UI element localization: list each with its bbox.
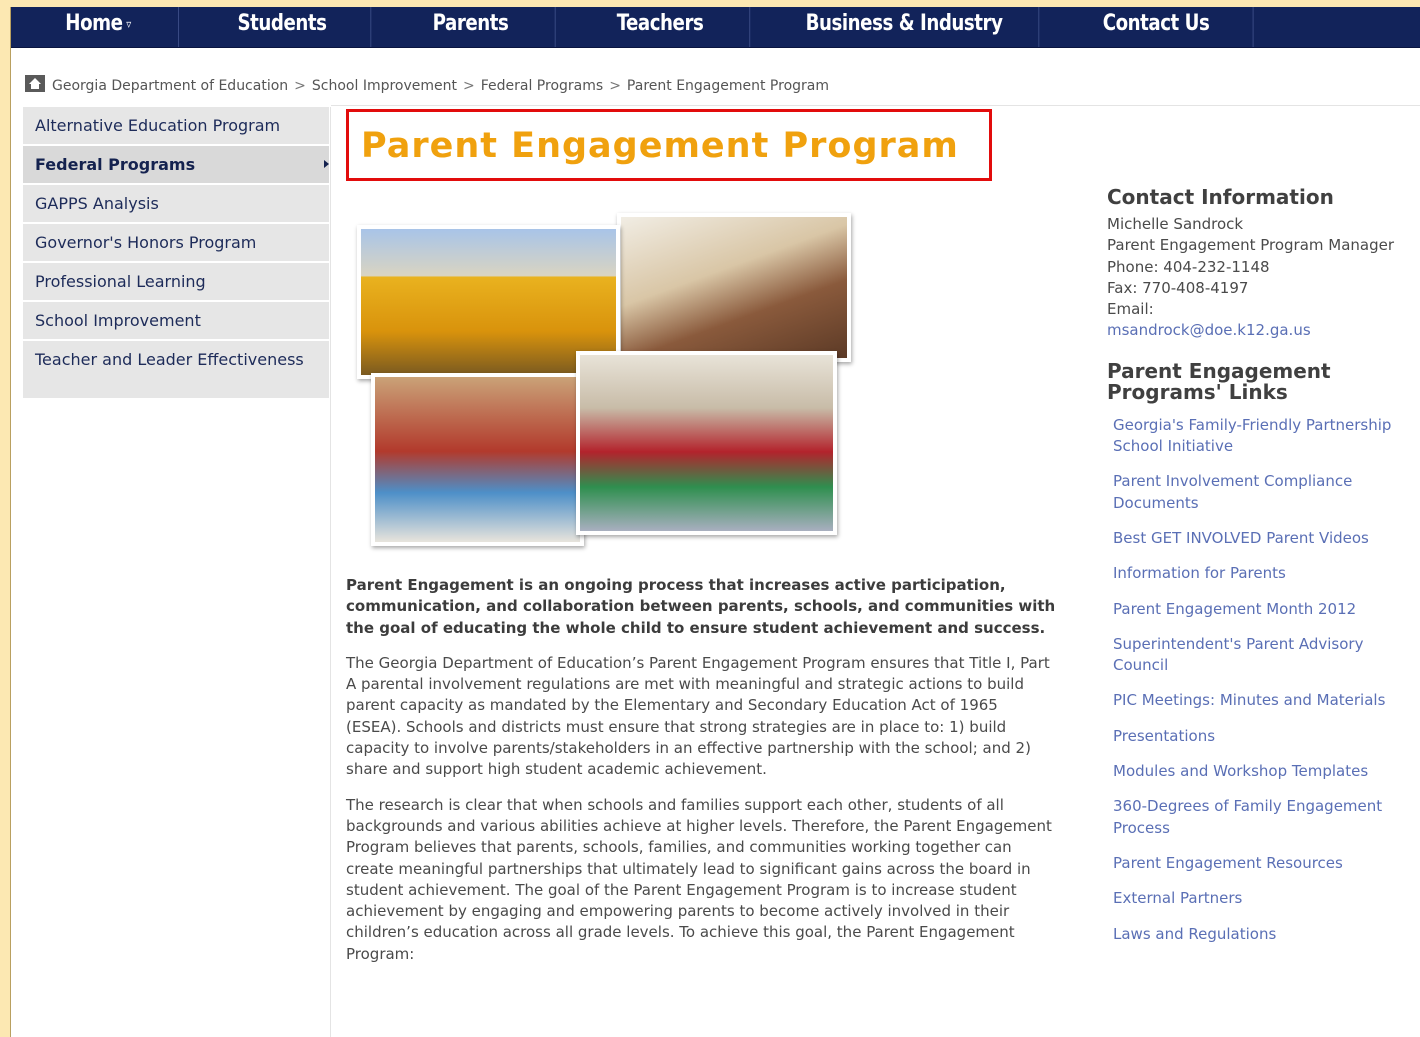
nav-home-label: Home bbox=[65, 11, 123, 36]
body-paragraph: The research is clear that when schools … bbox=[346, 795, 1052, 963]
sidebar-item-professional-learning[interactable]: Professional Learning bbox=[23, 263, 329, 300]
link-compliance-documents[interactable]: Parent Involvement Compliance Documents bbox=[1113, 471, 1412, 514]
breadcrumb-current: Parent Engagement Program bbox=[626, 78, 830, 94]
home-icon[interactable] bbox=[25, 75, 45, 92]
breadcrumb-separator: > bbox=[609, 78, 621, 94]
contact-heading: Contact Information bbox=[1107, 185, 1334, 209]
page-title: Parent Engagement Program bbox=[361, 126, 959, 166]
contact-email-label: Email: bbox=[1107, 300, 1154, 319]
sidebar: Alternative Education Program Federal Pr… bbox=[23, 107, 329, 400]
main-content: Parent Engagement is an ongoing process … bbox=[346, 575, 1056, 979]
link-information-for-parents[interactable]: Information for Parents bbox=[1113, 563, 1412, 584]
nav-teachers[interactable]: Teachers bbox=[571, 7, 751, 47]
breadcrumb: Georgia Department of Education > School I… bbox=[25, 75, 829, 95]
sidebar-item-federal-programs[interactable]: Federal Programs bbox=[23, 146, 329, 183]
divider bbox=[331, 105, 1420, 106]
link-360-degrees[interactable]: 360-Degrees of Family Engagement Process bbox=[1113, 796, 1412, 839]
body-paragraph: The Georgia Department of Education’s Pa… bbox=[346, 653, 1050, 779]
breadcrumb-separator: > bbox=[294, 78, 306, 94]
photo-father-son bbox=[371, 373, 584, 546]
link-engagement-resources[interactable]: Parent Engagement Resources bbox=[1113, 853, 1412, 874]
nav-students[interactable]: Students bbox=[194, 7, 372, 47]
sidebar-item-gapps-analysis[interactable]: GAPPS Analysis bbox=[23, 185, 329, 222]
links-heading: Parent Engagement Programs' Links bbox=[1107, 358, 1331, 404]
contact-name: Michelle Sandrock bbox=[1107, 215, 1244, 233]
sidebar-item-teacher-leader-effectiveness[interactable]: Teacher and Leader Effectiveness bbox=[23, 341, 329, 398]
divider bbox=[330, 107, 331, 1037]
link-modules-templates[interactable]: Modules and Workshop Templates bbox=[1113, 761, 1412, 782]
breadcrumb-item[interactable]: Federal Programs bbox=[481, 78, 603, 94]
nav-parents[interactable]: Parents bbox=[386, 7, 556, 47]
chevron-right-icon bbox=[324, 160, 329, 168]
breadcrumb-item[interactable]: Georgia Department of Education bbox=[52, 78, 288, 94]
link-pic-meetings[interactable]: PIC Meetings: Minutes and Materials bbox=[1113, 690, 1412, 711]
right-column: Contact Information Michelle Sandrock Pa… bbox=[1107, 187, 1412, 959]
link-presentations[interactable]: Presentations bbox=[1113, 726, 1412, 747]
contact-phone: Phone: 404-232-1148 bbox=[1107, 257, 1270, 276]
breadcrumb-item[interactable]: School Improvement bbox=[312, 78, 457, 94]
link-advisory-council[interactable]: Superintendent's Parent Advisory Council bbox=[1113, 634, 1412, 677]
links-list: Georgia's Family-Friendly Partnership Sc… bbox=[1107, 415, 1412, 945]
photo-mother-reading bbox=[617, 213, 851, 362]
link-engagement-month[interactable]: Parent Engagement Month 2012 bbox=[1113, 599, 1412, 620]
link-get-involved-videos[interactable]: Best GET INVOLVED Parent Videos bbox=[1113, 528, 1412, 549]
title-highlight-box: Parent Engagement Program bbox=[346, 109, 992, 181]
intro-paragraph: Parent Engagement is an ongoing process … bbox=[346, 576, 1056, 637]
link-laws-regulations[interactable]: Laws and Regulations bbox=[1113, 924, 1412, 945]
sidebar-item-label: Federal Programs bbox=[35, 155, 196, 174]
contact-role: Parent Engagement Program Manager bbox=[1107, 236, 1395, 255]
link-external-partners[interactable]: External Partners bbox=[1113, 888, 1412, 909]
breadcrumb-separator: > bbox=[463, 78, 475, 94]
nav-business-industry[interactable]: Business & Industry bbox=[770, 7, 1040, 47]
nav-home[interactable]: Home ▿ bbox=[18, 7, 179, 47]
contact-fax: Fax: 770-408-4197 bbox=[1107, 278, 1249, 297]
sidebar-item-alternative-education[interactable]: Alternative Education Program bbox=[23, 107, 329, 144]
contact-email-link[interactable]: msandrock@doe.k12.ga.us bbox=[1107, 320, 1412, 341]
nav-contact-us[interactable]: Contact Us bbox=[1059, 7, 1254, 47]
sidebar-item-school-improvement[interactable]: School Improvement bbox=[23, 302, 329, 339]
chevron-down-icon: ▿ bbox=[126, 17, 131, 31]
photo-girls-reading bbox=[576, 351, 837, 535]
link-family-friendly[interactable]: Georgia's Family-Friendly Partnership Sc… bbox=[1113, 415, 1412, 458]
sidebar-item-governors-honors[interactable]: Governor's Honors Program bbox=[23, 224, 329, 261]
top-navigation: Home ▿ Students Parents Teachers Business… bbox=[11, 7, 1420, 48]
